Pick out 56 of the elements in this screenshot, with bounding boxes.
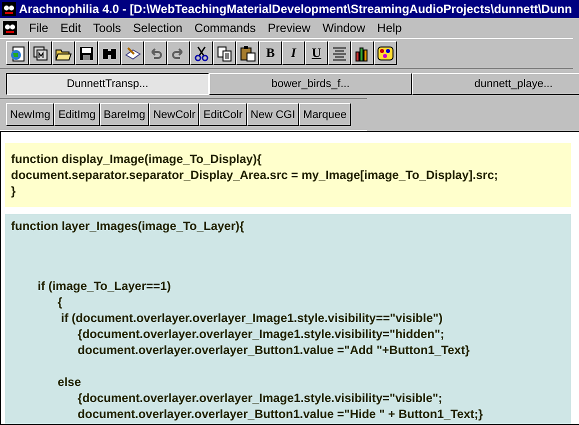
scissors-icon (193, 44, 210, 62)
spider-icon (2, 2, 16, 16)
format-button[interactable]: B (259, 41, 282, 65)
html-button[interactable]: EditColr (199, 103, 247, 126)
paste-icon (239, 44, 256, 62)
code-line: if (image_To_Layer==1) (36, 278, 172, 294)
folder-button[interactable] (52, 41, 75, 65)
document-tab[interactable]: dunnett_playe... (412, 73, 579, 95)
palette-button[interactable] (374, 41, 397, 65)
copy-icon (216, 44, 233, 62)
html-button[interactable]: New CGI (246, 103, 300, 126)
binoculars-button[interactable] (98, 41, 121, 65)
menu-item[interactable]: Commands (188, 21, 262, 35)
menu-item[interactable]: Preview (262, 21, 316, 35)
format-button[interactable]: U (305, 41, 328, 65)
floppy-disk-button[interactable] (75, 41, 98, 65)
document-tab[interactable]: DunnettTransp... (6, 73, 209, 95)
pencil-icon (124, 44, 141, 62)
paste-button[interactable] (236, 41, 259, 65)
code-line: document.separator.separator_Display_Area.src = my_Image[image_To_Display].src; (11, 167, 499, 183)
palette-icon (377, 44, 394, 62)
center-align-button[interactable] (328, 41, 351, 65)
menu-item[interactable]: Window (316, 21, 372, 35)
frames-icon (32, 44, 49, 62)
html-button[interactable]: NewImg (6, 103, 54, 126)
window-title: Arachnophilia 4.0 - [D:\WebTeachingMaterialDevelopment\StreamingAudioProjects\dunnett\Dunn (19, 2, 572, 16)
code-line: else (56, 374, 82, 390)
code-line: {document.overlayer.overlayer_Image1.style.visibility="hidden"; (76, 326, 446, 342)
scissors-button[interactable] (190, 41, 213, 65)
code-line: function layer_Images(image_To_Layer){ (11, 218, 246, 234)
document-tab[interactable]: bower_birds_f... (209, 73, 412, 95)
pencil-button[interactable] (121, 41, 144, 65)
code-line: if (document.overlayer.overlayer_Image1.style.visibility=="visible") (60, 310, 444, 326)
menu-item[interactable]: Tools (87, 21, 128, 35)
format-button[interactable]: I (282, 41, 305, 65)
html-button[interactable]: EditImg (54, 103, 100, 126)
code-line: { (56, 294, 64, 310)
copy-button[interactable] (213, 41, 236, 65)
html-button[interactable]: Marquee (299, 103, 351, 126)
code-line: function display_Image(image_To_Display){ (11, 151, 263, 167)
code-line: {document.overlayer.overlayer_Image1.style.visibility="visible"; (76, 390, 444, 406)
code-line: document.overlayer.overlayer_Button1.value ="Hide " + Button1_Text;} (76, 406, 484, 422)
html-button[interactable]: NewColr (149, 103, 200, 126)
code-line: document.overlayer.overlayer_Button1.value ="Add "+Button1_Text} (76, 342, 471, 358)
menu-item[interactable]: Help (371, 21, 408, 35)
page-globe-button[interactable] (6, 41, 29, 65)
html-button[interactable]: BareImg (100, 103, 150, 126)
page-globe-icon (9, 44, 26, 62)
menu-item[interactable]: Edit (54, 21, 88, 35)
menu-item[interactable]: File (23, 21, 54, 35)
spider-icon[interactable] (3, 21, 17, 35)
frames-button[interactable] (29, 41, 52, 65)
code-line: } (11, 183, 17, 199)
center-align-icon (331, 44, 348, 62)
menu-item[interactable]: Selection (127, 21, 188, 35)
bar-chart-button[interactable] (351, 41, 374, 65)
